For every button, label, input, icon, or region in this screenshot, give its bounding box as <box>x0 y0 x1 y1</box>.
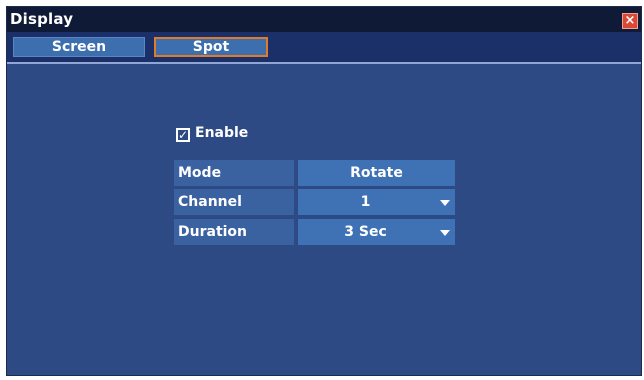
spot-panel: ✓ Enable Mode Rotate Channel 1 Duration … <box>7 64 641 377</box>
channel-dropdown[interactable]: 1 <box>298 189 455 215</box>
tab-bar: Screen Spot <box>7 32 641 64</box>
enable-checkbox[interactable]: ✓ <box>176 128 190 142</box>
channel-value: 1 <box>360 194 371 210</box>
display-dialog: Display × Screen Spot ✓ Enable Mode Rota… <box>6 6 642 376</box>
tab-screen[interactable]: Screen <box>13 37 145 57</box>
chevron-down-icon <box>440 200 450 206</box>
close-icon[interactable]: × <box>622 13 638 29</box>
channel-label: Channel <box>174 189 294 215</box>
tab-spot[interactable]: Spot <box>154 37 268 57</box>
duration-label: Duration <box>174 219 294 245</box>
chevron-down-icon <box>440 230 450 236</box>
mode-label: Mode <box>174 160 294 186</box>
duration-dropdown[interactable]: 3 Sec <box>298 219 455 245</box>
enable-label: Enable <box>195 125 249 141</box>
titlebar: Display × <box>7 7 641 32</box>
mode-value: Rotate <box>350 165 403 181</box>
duration-value: 3 Sec <box>344 224 387 240</box>
window-title: Display <box>10 10 74 28</box>
mode-button[interactable]: Rotate <box>298 160 455 186</box>
